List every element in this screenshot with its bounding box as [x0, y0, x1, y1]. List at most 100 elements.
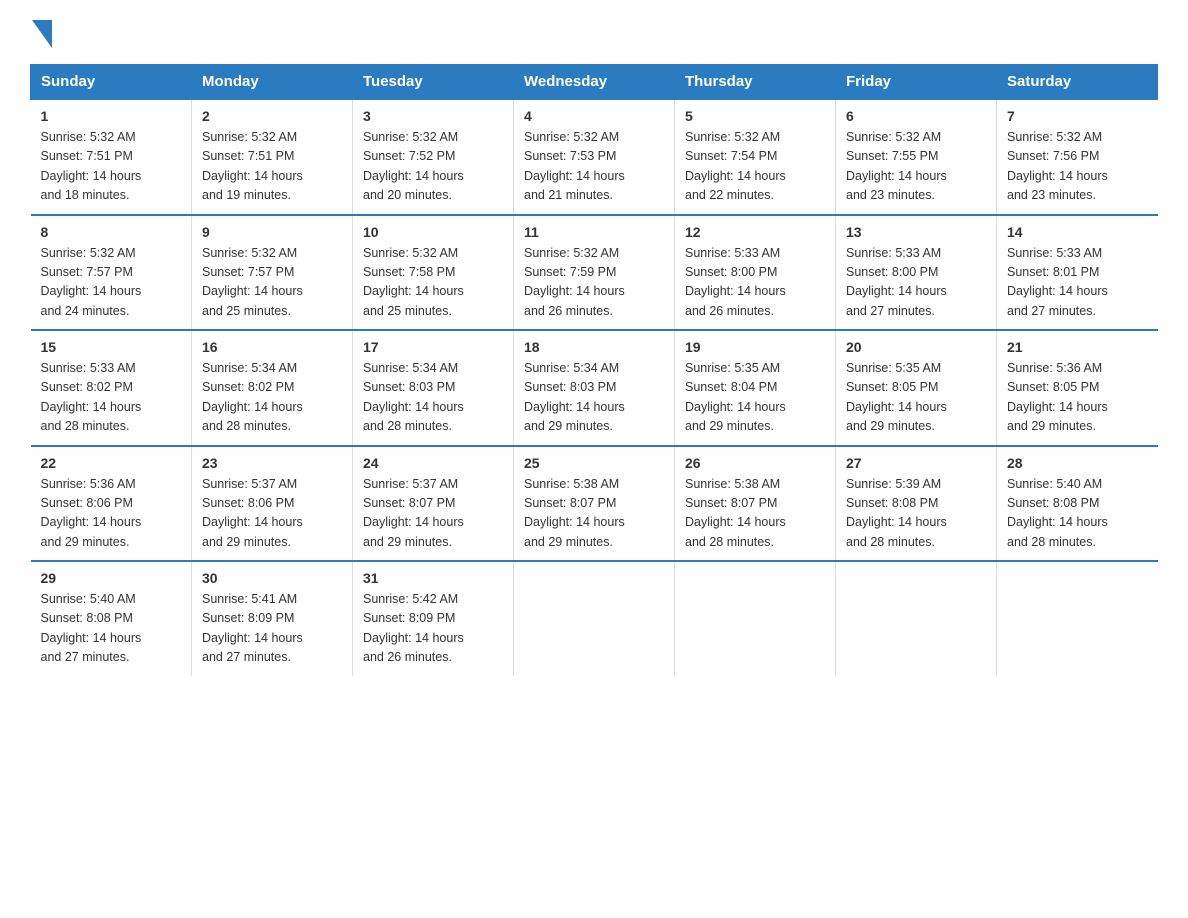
day-info: Sunrise: 5:38 AM Sunset: 8:07 PM Dayligh… — [524, 475, 664, 553]
day-info: Sunrise: 5:32 AM Sunset: 7:55 PM Dayligh… — [846, 128, 986, 206]
day-info: Sunrise: 5:32 AM Sunset: 7:57 PM Dayligh… — [41, 244, 182, 322]
day-info: Sunrise: 5:42 AM Sunset: 8:09 PM Dayligh… — [363, 590, 503, 668]
day-info: Sunrise: 5:32 AM Sunset: 7:58 PM Dayligh… — [363, 244, 503, 322]
day-number: 5 — [685, 108, 825, 124]
day-number: 18 — [524, 339, 664, 355]
day-number: 22 — [41, 455, 182, 471]
day-cell: 11 Sunrise: 5:32 AM Sunset: 7:59 PM Dayl… — [514, 215, 675, 331]
day-cell: 7 Sunrise: 5:32 AM Sunset: 7:56 PM Dayli… — [997, 99, 1158, 215]
day-cell: 5 Sunrise: 5:32 AM Sunset: 7:54 PM Dayli… — [675, 99, 836, 215]
logo — [30, 20, 52, 48]
day-number: 30 — [202, 570, 342, 586]
day-cell: 18 Sunrise: 5:34 AM Sunset: 8:03 PM Dayl… — [514, 330, 675, 446]
week-row-4: 22 Sunrise: 5:36 AM Sunset: 8:06 PM Dayl… — [31, 446, 1158, 562]
day-cell: 23 Sunrise: 5:37 AM Sunset: 8:06 PM Dayl… — [192, 446, 353, 562]
day-info: Sunrise: 5:34 AM Sunset: 8:02 PM Dayligh… — [202, 359, 342, 437]
day-number: 13 — [846, 224, 986, 240]
day-info: Sunrise: 5:32 AM Sunset: 7:51 PM Dayligh… — [202, 128, 342, 206]
day-number: 12 — [685, 224, 825, 240]
day-cell: 20 Sunrise: 5:35 AM Sunset: 8:05 PM Dayl… — [836, 330, 997, 446]
day-number: 29 — [41, 570, 182, 586]
header-cell-monday: Monday — [192, 65, 353, 100]
header-cell-wednesday: Wednesday — [514, 65, 675, 100]
day-number: 21 — [1007, 339, 1148, 355]
week-row-3: 15 Sunrise: 5:33 AM Sunset: 8:02 PM Dayl… — [31, 330, 1158, 446]
day-cell — [836, 561, 997, 676]
calendar-table: SundayMondayTuesdayWednesdayThursdayFrid… — [30, 64, 1158, 676]
day-number: 11 — [524, 224, 664, 240]
day-info: Sunrise: 5:35 AM Sunset: 8:05 PM Dayligh… — [846, 359, 986, 437]
day-number: 9 — [202, 224, 342, 240]
day-number: 16 — [202, 339, 342, 355]
week-row-1: 1 Sunrise: 5:32 AM Sunset: 7:51 PM Dayli… — [31, 99, 1158, 215]
day-info: Sunrise: 5:33 AM Sunset: 8:02 PM Dayligh… — [41, 359, 182, 437]
day-info: Sunrise: 5:33 AM Sunset: 8:00 PM Dayligh… — [846, 244, 986, 322]
day-cell: 29 Sunrise: 5:40 AM Sunset: 8:08 PM Dayl… — [31, 561, 192, 676]
day-cell: 9 Sunrise: 5:32 AM Sunset: 7:57 PM Dayli… — [192, 215, 353, 331]
day-cell: 30 Sunrise: 5:41 AM Sunset: 8:09 PM Dayl… — [192, 561, 353, 676]
day-cell: 1 Sunrise: 5:32 AM Sunset: 7:51 PM Dayli… — [31, 99, 192, 215]
day-number: 23 — [202, 455, 342, 471]
day-number: 10 — [363, 224, 503, 240]
day-cell — [997, 561, 1158, 676]
day-info: Sunrise: 5:33 AM Sunset: 8:00 PM Dayligh… — [685, 244, 825, 322]
day-info: Sunrise: 5:32 AM Sunset: 7:51 PM Dayligh… — [41, 128, 182, 206]
day-cell: 22 Sunrise: 5:36 AM Sunset: 8:06 PM Dayl… — [31, 446, 192, 562]
logo-arrow-icon — [32, 20, 52, 48]
day-number: 2 — [202, 108, 342, 124]
day-info: Sunrise: 5:32 AM Sunset: 7:56 PM Dayligh… — [1007, 128, 1148, 206]
day-cell: 8 Sunrise: 5:32 AM Sunset: 7:57 PM Dayli… — [31, 215, 192, 331]
day-cell: 24 Sunrise: 5:37 AM Sunset: 8:07 PM Dayl… — [353, 446, 514, 562]
header-cell-sunday: Sunday — [31, 65, 192, 100]
day-number: 15 — [41, 339, 182, 355]
day-info: Sunrise: 5:36 AM Sunset: 8:05 PM Dayligh… — [1007, 359, 1148, 437]
week-row-5: 29 Sunrise: 5:40 AM Sunset: 8:08 PM Dayl… — [31, 561, 1158, 676]
day-info: Sunrise: 5:32 AM Sunset: 7:53 PM Dayligh… — [524, 128, 664, 206]
day-info: Sunrise: 5:37 AM Sunset: 8:07 PM Dayligh… — [363, 475, 503, 553]
day-cell: 3 Sunrise: 5:32 AM Sunset: 7:52 PM Dayli… — [353, 99, 514, 215]
day-info: Sunrise: 5:37 AM Sunset: 8:06 PM Dayligh… — [202, 475, 342, 553]
day-cell: 28 Sunrise: 5:40 AM Sunset: 8:08 PM Dayl… — [997, 446, 1158, 562]
day-info: Sunrise: 5:38 AM Sunset: 8:07 PM Dayligh… — [685, 475, 825, 553]
day-cell: 14 Sunrise: 5:33 AM Sunset: 8:01 PM Dayl… — [997, 215, 1158, 331]
day-cell: 16 Sunrise: 5:34 AM Sunset: 8:02 PM Dayl… — [192, 330, 353, 446]
day-info: Sunrise: 5:32 AM Sunset: 7:54 PM Dayligh… — [685, 128, 825, 206]
day-cell: 6 Sunrise: 5:32 AM Sunset: 7:55 PM Dayli… — [836, 99, 997, 215]
day-cell: 4 Sunrise: 5:32 AM Sunset: 7:53 PM Dayli… — [514, 99, 675, 215]
day-cell: 2 Sunrise: 5:32 AM Sunset: 7:51 PM Dayli… — [192, 99, 353, 215]
day-info: Sunrise: 5:41 AM Sunset: 8:09 PM Dayligh… — [202, 590, 342, 668]
day-number: 26 — [685, 455, 825, 471]
day-number: 3 — [363, 108, 503, 124]
header-cell-friday: Friday — [836, 65, 997, 100]
day-info: Sunrise: 5:32 AM Sunset: 7:59 PM Dayligh… — [524, 244, 664, 322]
day-number: 24 — [363, 455, 503, 471]
day-number: 17 — [363, 339, 503, 355]
day-cell: 13 Sunrise: 5:33 AM Sunset: 8:00 PM Dayl… — [836, 215, 997, 331]
day-cell: 27 Sunrise: 5:39 AM Sunset: 8:08 PM Dayl… — [836, 446, 997, 562]
day-cell: 12 Sunrise: 5:33 AM Sunset: 8:00 PM Dayl… — [675, 215, 836, 331]
day-info: Sunrise: 5:34 AM Sunset: 8:03 PM Dayligh… — [524, 359, 664, 437]
page-header — [30, 20, 1158, 48]
day-info: Sunrise: 5:32 AM Sunset: 7:57 PM Dayligh… — [202, 244, 342, 322]
day-number: 8 — [41, 224, 182, 240]
day-number: 6 — [846, 108, 986, 124]
day-cell: 15 Sunrise: 5:33 AM Sunset: 8:02 PM Dayl… — [31, 330, 192, 446]
day-number: 7 — [1007, 108, 1148, 124]
day-number: 27 — [846, 455, 986, 471]
day-info: Sunrise: 5:33 AM Sunset: 8:01 PM Dayligh… — [1007, 244, 1148, 322]
day-number: 14 — [1007, 224, 1148, 240]
day-info: Sunrise: 5:34 AM Sunset: 8:03 PM Dayligh… — [363, 359, 503, 437]
day-info: Sunrise: 5:40 AM Sunset: 8:08 PM Dayligh… — [1007, 475, 1148, 553]
day-cell: 17 Sunrise: 5:34 AM Sunset: 8:03 PM Dayl… — [353, 330, 514, 446]
header-cell-tuesday: Tuesday — [353, 65, 514, 100]
day-number: 28 — [1007, 455, 1148, 471]
day-cell: 26 Sunrise: 5:38 AM Sunset: 8:07 PM Dayl… — [675, 446, 836, 562]
day-cell: 25 Sunrise: 5:38 AM Sunset: 8:07 PM Dayl… — [514, 446, 675, 562]
day-cell: 19 Sunrise: 5:35 AM Sunset: 8:04 PM Dayl… — [675, 330, 836, 446]
day-number: 4 — [524, 108, 664, 124]
day-cell: 10 Sunrise: 5:32 AM Sunset: 7:58 PM Dayl… — [353, 215, 514, 331]
day-info: Sunrise: 5:35 AM Sunset: 8:04 PM Dayligh… — [685, 359, 825, 437]
header-cell-thursday: Thursday — [675, 65, 836, 100]
day-number: 20 — [846, 339, 986, 355]
header-row: SundayMondayTuesdayWednesdayThursdayFrid… — [31, 65, 1158, 100]
